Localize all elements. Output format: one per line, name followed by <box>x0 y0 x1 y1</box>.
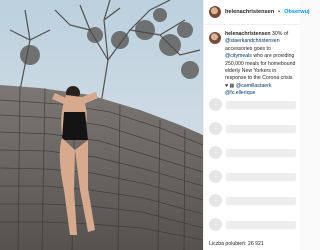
post-sidebar: helenachristensen • Obserwuj helenachris… <box>203 0 310 250</box>
instagram-post: helenachristensen • Obserwuj helenachris… <box>0 0 310 250</box>
caption-text-1: 30% of <box>272 31 289 37</box>
mention-link[interactable]: @fc.ellerique <box>225 90 255 96</box>
blurred-text <box>226 124 296 133</box>
likes-count[interactable]: Liczba polubień: 26 921 <box>209 241 264 247</box>
blurred-comment <box>204 194 301 207</box>
mention-link[interactable]: @staerkandchristensen <box>225 38 280 44</box>
caption-text: helenachristensen 30% of @staerkandchris… <box>225 31 297 98</box>
separator-dot: • <box>278 9 281 15</box>
caption-emoji: ♥ ▦ <box>225 82 235 89</box>
caption: helenachristensen 30% of @staerkandchris… <box>204 25 300 98</box>
blurred-comment <box>204 218 301 231</box>
blurred-text <box>226 196 296 205</box>
follow-button[interactable]: Obserwuj <box>284 9 310 15</box>
caption-text-2: accessories goes to <box>225 45 271 52</box>
avatar[interactable] <box>209 6 221 18</box>
avatar <box>209 98 222 111</box>
username-link[interactable]: helenachristensen <box>225 9 274 15</box>
caption-username[interactable]: helenachristensen <box>225 31 271 37</box>
avatar <box>209 122 222 135</box>
avatar <box>209 170 222 183</box>
post-photo[interactable] <box>0 0 203 250</box>
blurred-comment <box>204 98 301 111</box>
blurred-comment <box>204 170 301 183</box>
avatar <box>209 146 222 159</box>
mention-link[interactable]: @citymeals <box>225 53 252 59</box>
post-header: helenachristensen • Obserwuj <box>204 0 310 25</box>
blurred-comment <box>204 122 301 135</box>
blurred-text <box>226 100 296 109</box>
photo-illustration <box>0 0 203 250</box>
mention-link[interactable]: @camillastaerk <box>236 83 272 89</box>
avatar[interactable] <box>209 32 221 44</box>
blurred-text <box>226 172 296 181</box>
blurred-comment <box>204 146 301 159</box>
blurred-text <box>226 220 296 229</box>
blurred-text <box>226 148 296 157</box>
avatar <box>209 218 222 231</box>
avatar <box>209 194 222 207</box>
